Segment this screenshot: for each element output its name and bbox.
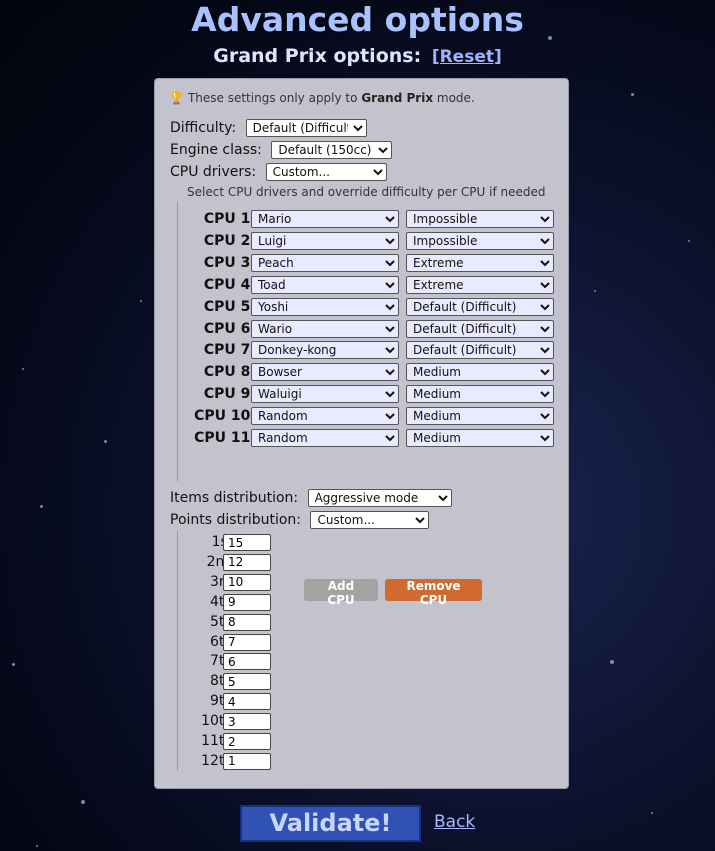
points-row: 3rd: bbox=[178, 572, 378, 592]
engine-class-select[interactable]: Default (150cc) bbox=[271, 141, 393, 159]
cpu-driver-select[interactable]: Bowser bbox=[251, 363, 399, 382]
points-input[interactable] bbox=[223, 653, 271, 671]
difficulty-row: Difficulty: Default (Difficult) bbox=[170, 119, 367, 137]
back-link[interactable]: Back bbox=[434, 812, 475, 832]
points-row: 4th: bbox=[178, 592, 378, 612]
points-row: 8th: bbox=[178, 671, 378, 691]
cpu-row: CPU 9: Waluigi Medium bbox=[178, 384, 558, 404]
cpu-driver-select[interactable]: Wario bbox=[251, 319, 399, 338]
cpu-driver-select[interactable]: Donkey-kong bbox=[251, 341, 399, 360]
points-input[interactable] bbox=[223, 633, 271, 651]
cpu-label: CPU 1: bbox=[203, 211, 256, 227]
points-row: 9th: bbox=[178, 691, 378, 711]
items-distribution-row: Items distribution: Aggressive mode bbox=[170, 489, 452, 507]
points-row: 10th: bbox=[178, 711, 378, 731]
remove-cpu-button[interactable]: Remove CPU bbox=[385, 579, 482, 607]
points-row: 5th: bbox=[178, 612, 378, 632]
cpu-driver-select[interactable]: Random bbox=[251, 407, 399, 426]
cpu-difficulty-select[interactable]: Default (Difficult) bbox=[406, 319, 554, 338]
points-row: 7th: bbox=[178, 651, 378, 671]
cpu-row: CPU 2: Luigi Impossible bbox=[178, 231, 558, 251]
items-distribution-select[interactable]: Aggressive mode bbox=[307, 489, 452, 507]
points-input[interactable] bbox=[223, 733, 271, 750]
cpu-row: CPU 7: Donkey-kong Default (Difficult) bbox=[178, 340, 558, 360]
cpu-driver-select[interactable]: Luigi bbox=[251, 231, 399, 250]
points-distribution-list: 1st:2nd:3rd:4th:5th:6th:7th:8th:9th:10th… bbox=[177, 531, 378, 771]
grand-prix-notice: 🏆 These settings only apply to Grand Prix… bbox=[169, 91, 475, 105]
cpu-driver-select[interactable]: Random bbox=[251, 429, 399, 447]
cpu-difficulty-select[interactable]: Medium bbox=[406, 429, 554, 447]
cpu-drivers-row: CPU drivers: Custom... bbox=[170, 163, 387, 181]
cpu-driver-select[interactable]: Waluigi bbox=[251, 385, 399, 404]
cpu-driver-select[interactable]: Peach bbox=[251, 253, 399, 272]
cpu-label: CPU 2: bbox=[203, 232, 256, 249]
cpu-label: CPU 10: bbox=[194, 408, 256, 425]
cpu-difficulty-select[interactable]: Default (Difficult) bbox=[406, 297, 554, 316]
cpu-difficulty-select[interactable]: Extreme bbox=[406, 253, 554, 272]
cpu-difficulty-select[interactable]: Impossible bbox=[406, 231, 554, 250]
points-row: 12th: bbox=[178, 751, 378, 771]
difficulty-label: Difficulty: bbox=[170, 120, 237, 136]
cpu-drivers-label: CPU drivers: bbox=[170, 164, 257, 180]
cpu-drivers-hint: Select CPU drivers and override difficul… bbox=[187, 185, 546, 199]
cpu-driver-select[interactable]: Yoshi bbox=[251, 297, 399, 316]
cpu-label: CPU 8: bbox=[203, 364, 256, 381]
cpu-label: CPU 4: bbox=[203, 276, 256, 293]
points-distribution-select[interactable]: Custom... bbox=[310, 511, 430, 529]
reset-link[interactable]: [Reset] bbox=[432, 47, 502, 67]
cpu-drivers-select[interactable]: Custom... bbox=[265, 163, 387, 181]
points-input[interactable] bbox=[223, 593, 271, 611]
cpu-difficulty-select[interactable]: Impossible bbox=[406, 210, 554, 228]
cpu-difficulty-select[interactable]: Default (Difficult) bbox=[406, 341, 554, 360]
cpu-label: CPU 6: bbox=[203, 320, 256, 337]
cpu-row: CPU 6: Wario Default (Difficult) bbox=[178, 319, 558, 339]
cpu-row: CPU 10: Random Medium bbox=[178, 406, 558, 426]
cpu-row: CPU 8: Bowser Medium bbox=[178, 362, 558, 382]
points-input[interactable] bbox=[223, 534, 271, 551]
points-distribution-row: Points distribution: Custom... bbox=[170, 511, 430, 529]
cpu-difficulty-select[interactable]: Extreme bbox=[406, 275, 554, 294]
cpu-label: CPU 5: bbox=[203, 298, 256, 315]
cpu-driver-select[interactable]: Mario bbox=[251, 210, 399, 228]
cpu-row: CPU 4: Toad Extreme bbox=[178, 275, 558, 295]
page-title: Advanced options bbox=[191, 0, 524, 39]
points-input[interactable] bbox=[223, 553, 271, 571]
points-row: 6th: bbox=[178, 632, 378, 652]
cpu-label: CPU 7: bbox=[203, 342, 256, 359]
cpu-driver-select[interactable]: Toad bbox=[251, 275, 399, 294]
points-input[interactable] bbox=[223, 613, 271, 631]
cpu-label: CPU 9: bbox=[203, 386, 256, 403]
page-subtitle: Grand Prix options: [Reset] bbox=[0, 44, 715, 69]
points-input[interactable] bbox=[223, 673, 271, 691]
cpu-difficulty-select[interactable]: Medium bbox=[406, 363, 554, 382]
cpu-difficulty-select[interactable]: Medium bbox=[406, 385, 554, 404]
items-distribution-label: Items distribution: bbox=[170, 490, 299, 506]
difficulty-select[interactable]: Default (Difficult) bbox=[245, 119, 367, 137]
cpu-label: CPU 3: bbox=[203, 254, 256, 271]
engine-class-row: Engine class: Default (150cc) bbox=[170, 141, 393, 159]
cpu-row: CPU 1: Mario Impossible bbox=[178, 209, 558, 229]
points-row: 1st: bbox=[178, 532, 378, 552]
points-input[interactable] bbox=[223, 693, 271, 711]
grand-prix-options-heading: Grand Prix options: bbox=[213, 45, 422, 67]
points-input[interactable] bbox=[223, 752, 271, 770]
cpu-row: CPU 11: Random Medium bbox=[178, 428, 558, 448]
points-row: 11th: bbox=[178, 731, 378, 751]
cpu-label: CPU 11: bbox=[194, 430, 256, 446]
trophy-icon: 🏆 bbox=[169, 91, 184, 105]
cpu-row: CPU 5: Yoshi Default (Difficult) bbox=[178, 297, 558, 317]
cpu-difficulty-select[interactable]: Medium bbox=[406, 407, 554, 426]
cpu-drivers-list: CPU 11: Random Medium CPU 10: Random Medium CP… bbox=[177, 201, 558, 607]
points-input[interactable] bbox=[223, 713, 271, 731]
options-panel: 🏆 These settings only apply to Grand Prix… bbox=[155, 79, 568, 788]
points-input[interactable] bbox=[223, 573, 271, 591]
points-distribution-label: Points distribution: bbox=[170, 512, 302, 528]
engine-class-label: Engine class: bbox=[170, 142, 262, 158]
cpu-row: CPU 3: Peach Extreme bbox=[178, 253, 558, 273]
validate-button[interactable]: Validate! bbox=[240, 805, 421, 842]
points-row: 2nd: bbox=[178, 552, 378, 572]
